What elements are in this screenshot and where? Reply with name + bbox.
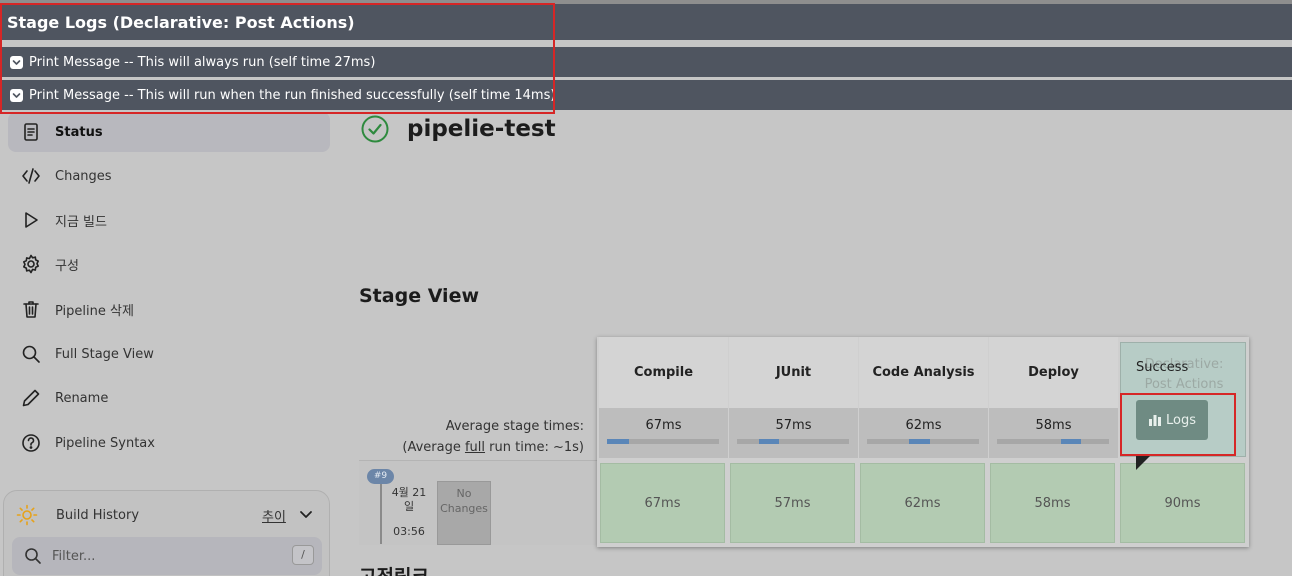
avg-full-suffix: run time: ~1s) <box>485 440 584 455</box>
stage-header-code-analysis: Code Analysis <box>859 337 988 408</box>
help-icon <box>20 432 42 454</box>
build-timeline <box>380 484 382 544</box>
stage-avg-value: 57ms <box>775 418 812 433</box>
no-changes-line1: No <box>456 487 472 500</box>
sidebar-item-label: Pipeline 삭제 <box>55 303 134 319</box>
highlight-box-popup <box>0 3 555 114</box>
pencil-icon <box>20 387 42 409</box>
build-row: #9 4월 21 일 03:56 No Changes <box>359 460 597 545</box>
popover-pointer <box>1136 456 1150 470</box>
filter-placeholder: Filter... <box>52 548 96 564</box>
stage-avg-bar <box>867 439 979 444</box>
stage-view-heading: Stage View <box>359 285 480 307</box>
sidebar-item-configure[interactable]: 구성 <box>8 244 330 284</box>
sidebar-item-delete-pipeline[interactable]: Pipeline 삭제 <box>8 289 330 329</box>
sidebar-item-status[interactable]: Status <box>8 112 330 152</box>
stage-avg-junit: 57ms <box>729 408 858 458</box>
stage-cell-compile[interactable]: 67ms <box>600 463 725 543</box>
stage-avg-code-analysis: 62ms <box>859 408 988 458</box>
build-date: 4월 21 일 <box>387 486 431 514</box>
no-changes-line2: Changes <box>440 502 488 515</box>
sidebar-item-pipeline-syntax[interactable]: Pipeline Syntax <box>8 423 330 463</box>
stage-avg-bar <box>737 439 849 444</box>
stage-header-deploy: Deploy <box>989 337 1118 408</box>
avg-full-prefix: (Average <box>402 440 465 455</box>
sidebar-item-rename[interactable]: Rename <box>8 378 330 418</box>
sidebar-item-label: 구성 <box>55 258 79 274</box>
build-time: 03:56 <box>393 525 425 538</box>
filter-shortcut-hint: / <box>292 545 314 565</box>
build-date-line2: 일 <box>403 500 415 513</box>
stage-avg-deploy: 58ms <box>989 408 1118 458</box>
search-icon <box>20 343 42 365</box>
sidebar-item-label: 지금 빌드 <box>55 214 107 230</box>
code-icon <box>20 165 42 187</box>
sidebar-item-label: Rename <box>55 390 109 406</box>
stage-avg-compile: 67ms <box>599 408 728 458</box>
gear-icon <box>20 253 42 275</box>
trend-link[interactable]: 추이 <box>262 506 286 525</box>
highlight-box-logs <box>1120 393 1236 456</box>
document-icon <box>20 121 42 143</box>
chevron-down-icon[interactable] <box>298 503 314 525</box>
no-changes-box: No Changes <box>437 481 491 545</box>
avg-stage-times: Average stage times: <box>445 419 584 434</box>
stage-cell-post-actions[interactable]: 90ms <box>1120 463 1245 543</box>
sidebar-item-changes[interactable]: Changes <box>8 156 330 196</box>
sidebar-item-build-now[interactable]: 지금 빌드 <box>8 200 330 240</box>
stage-header-compile: Compile <box>599 337 728 408</box>
page-title: pipelie-test <box>407 116 556 142</box>
stage-avg-bar <box>607 439 719 444</box>
stage-status-text: Success <box>1136 360 1189 375</box>
build-filter-input[interactable]: Filter... / <box>12 537 322 575</box>
build-date-line1: 4월 21 <box>391 486 427 499</box>
sidebar-item-label: Full Stage View <box>55 346 154 362</box>
play-icon <box>20 209 42 231</box>
sidebar-item-label: Pipeline Syntax <box>55 435 155 451</box>
build-history-card: Build History 추이 Filter... / <box>3 490 330 576</box>
section-heading-permalinks: 고정링크 <box>359 562 429 576</box>
full-link[interactable]: full <box>465 440 485 455</box>
avg-full-runtime: (Average full run time: ~1s) <box>360 437 584 458</box>
build-number-badge[interactable]: #9 <box>367 469 394 484</box>
success-check-icon <box>361 115 389 143</box>
sidebar-item-label: Changes <box>55 168 112 184</box>
sidebar-item-full-stage-view[interactable]: Full Stage View <box>8 334 330 374</box>
build-history-title: Build History <box>56 507 140 523</box>
stage-avg-value: 58ms <box>1035 418 1072 433</box>
stage-cell-deploy[interactable]: 58ms <box>990 463 1115 543</box>
build-history-header: Build History 추이 <box>16 503 316 527</box>
sun-icon <box>16 504 38 526</box>
stage-cell-code-analysis[interactable]: 62ms <box>860 463 985 543</box>
stage-header-junit: JUnit <box>729 337 858 408</box>
stage-header-line2: Post Actions <box>1144 377 1224 392</box>
job-header: pipelie-test <box>360 114 556 144</box>
search-icon <box>25 548 41 564</box>
stage-avg-value: 67ms <box>645 418 682 433</box>
average-times-label: Average stage times: (Average full run t… <box>360 416 584 458</box>
sidebar-item-label: Status <box>55 124 103 140</box>
trash-icon <box>20 298 42 320</box>
stage-cell-junit[interactable]: 57ms <box>730 463 855 543</box>
stage-avg-value: 62ms <box>905 418 942 433</box>
stage-avg-bar <box>997 439 1109 444</box>
